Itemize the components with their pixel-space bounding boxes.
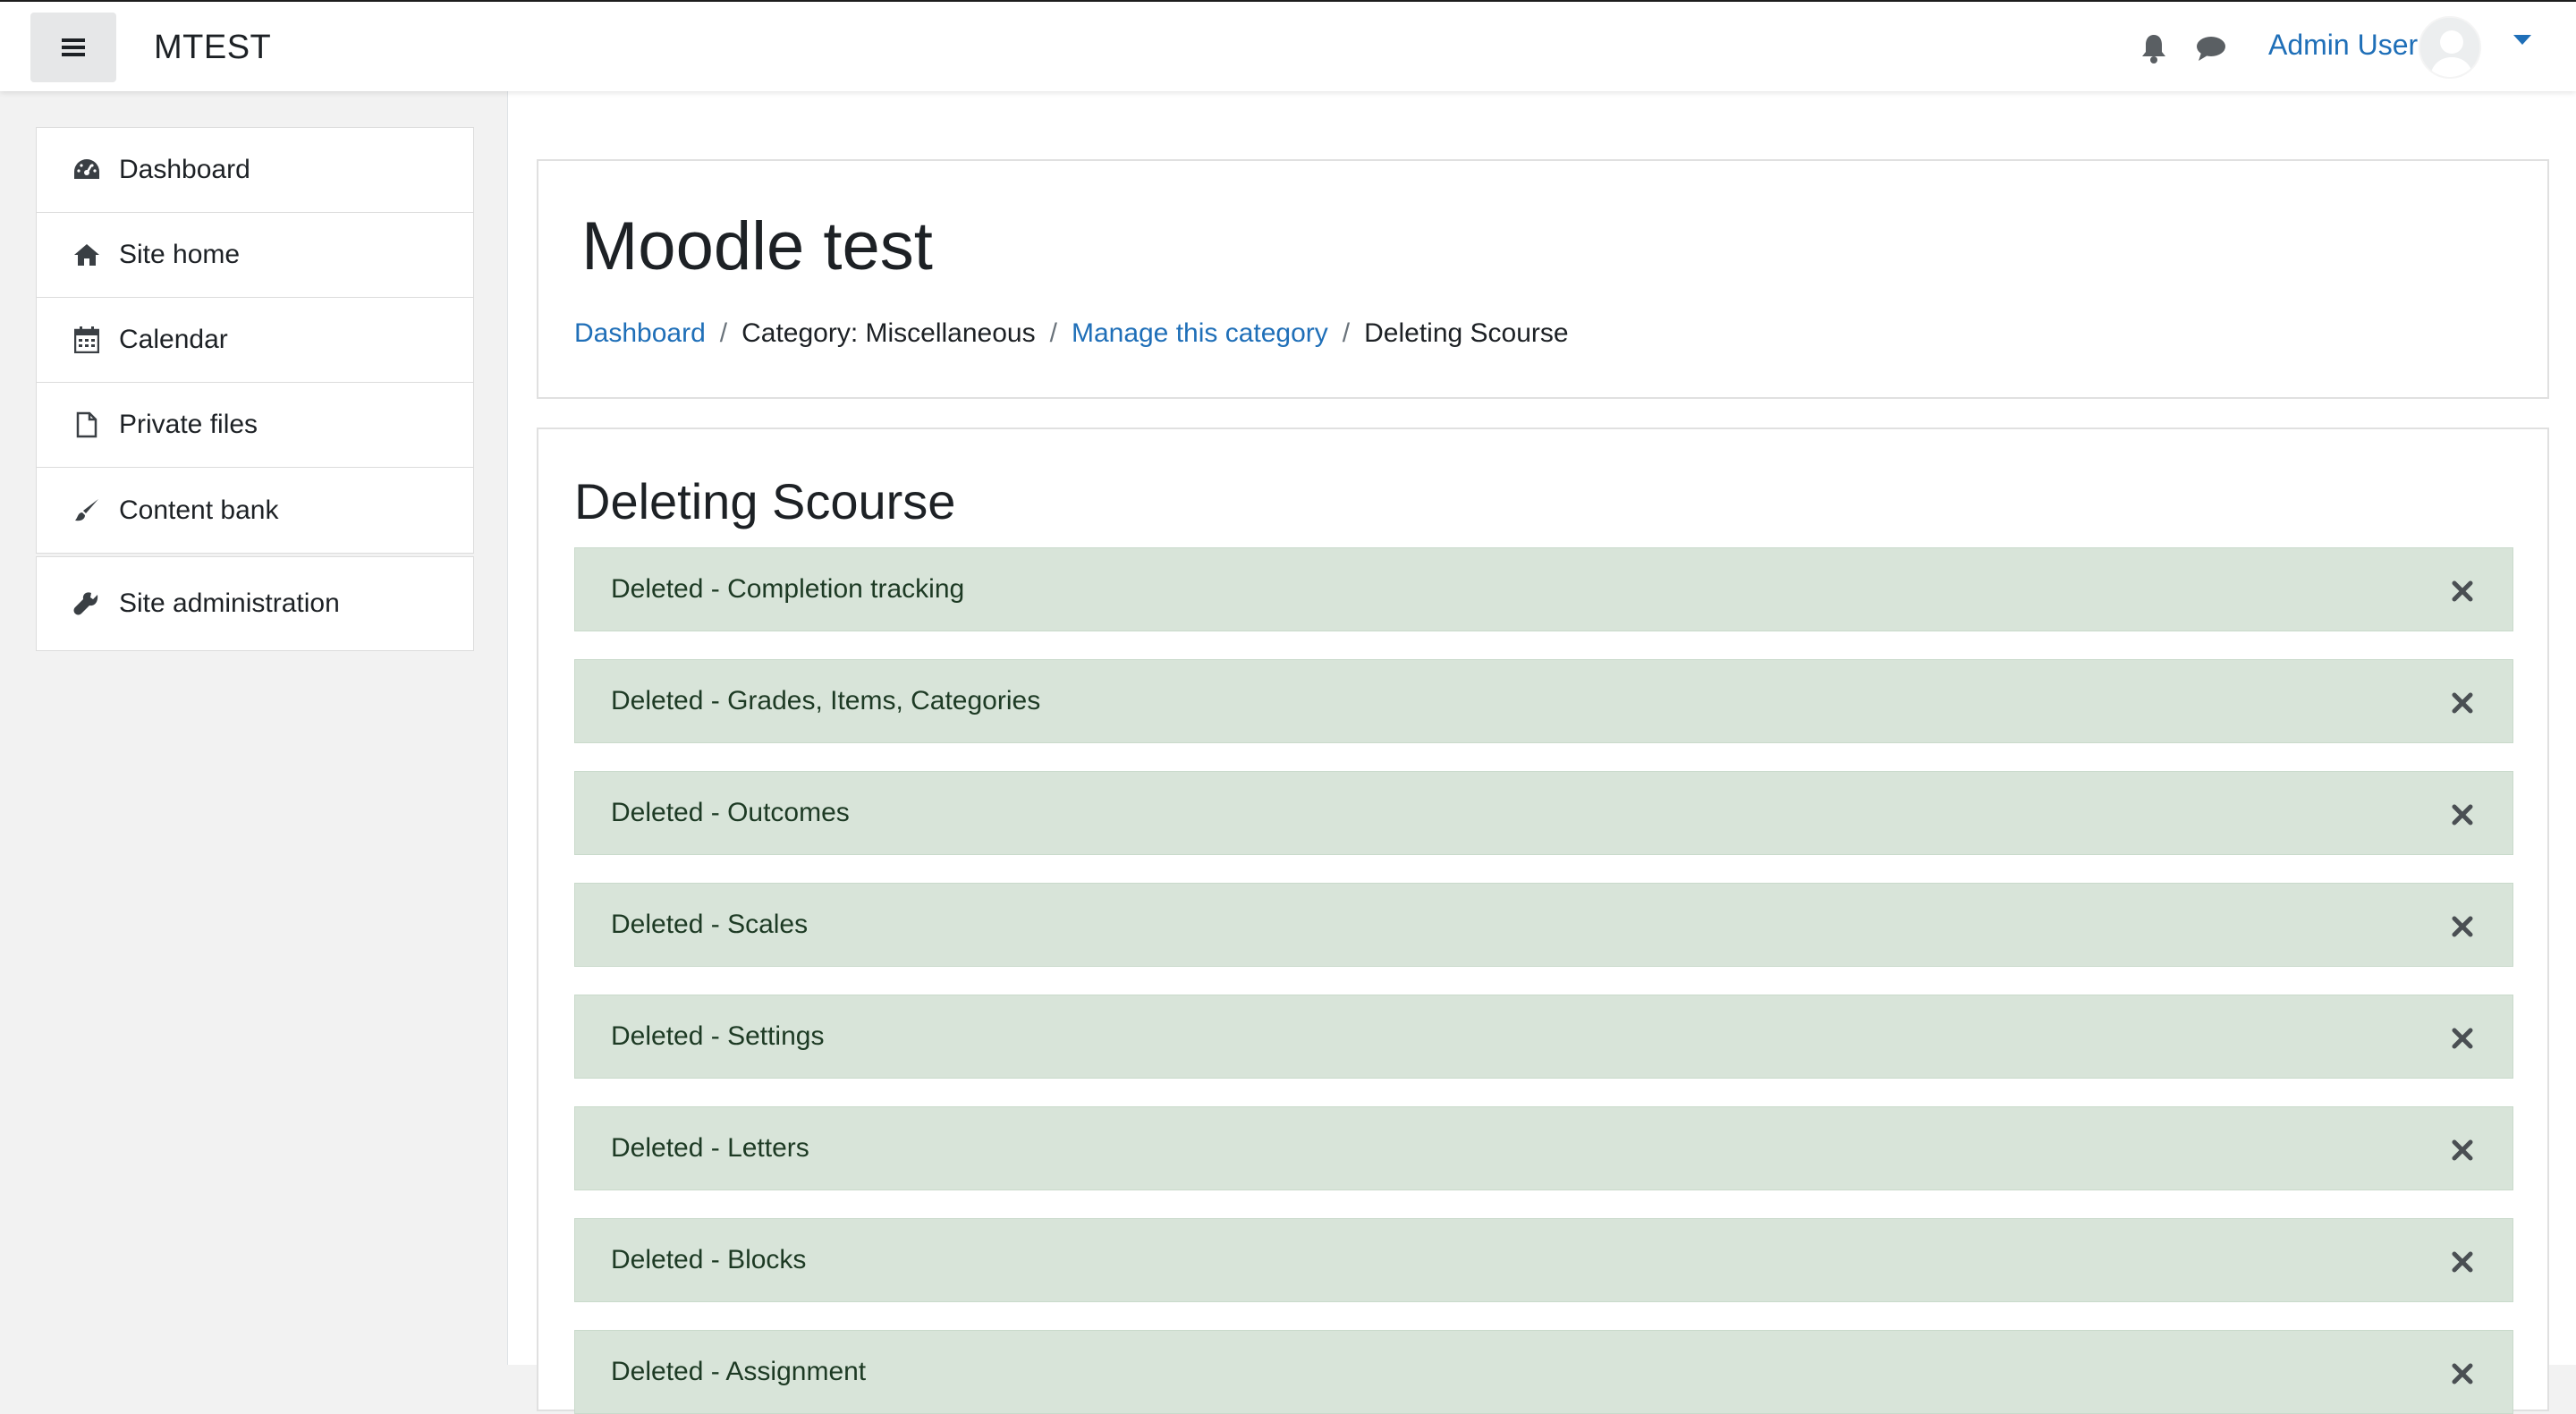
admin-nav: Site administration [36,556,474,651]
breadcrumb-current: Deleting Scourse [1364,318,1569,348]
alert-message: Deleted - Assignment [611,1357,867,1386]
breadcrumb-separator: / [719,318,728,348]
chat-icon [2197,37,2225,61]
page-title: Moodle test [581,208,933,284]
sidebar-item-label: Content bank [119,495,279,525]
alert-message: Deleted - Settings [611,1021,825,1051]
close-icon[interactable] [2446,687,2479,719]
calendar-icon [72,326,101,354]
page-header: Moodle test Dashboard / Category: Miscel… [537,159,2549,399]
close-icon[interactable] [2446,1134,2479,1166]
breadcrumb-category: Category: Miscellaneous [741,318,1036,348]
alert-success: Deleted - Blocks [574,1218,2513,1302]
alert-success: Deleted - Letters [574,1106,2513,1190]
alert-message: Deleted - Grades, Items, Categories [611,686,1041,715]
breadcrumb: Dashboard / Category: Miscellaneous / Ma… [574,318,1569,349]
alert-success: Deleted - Outcomes [574,771,2513,855]
notifications-button[interactable] [2134,29,2174,68]
hamburger-icon [62,38,85,56]
alert-message: Deleted - Letters [611,1133,809,1163]
breadcrumb-separator: / [1342,318,1351,348]
breadcrumb-dashboard[interactable]: Dashboard [574,318,706,349]
alert-message: Deleted - Scales [611,910,809,939]
sidebar-item-label: Site home [119,240,241,269]
bell-icon [2142,35,2165,64]
messages-button[interactable] [2191,29,2231,68]
close-icon[interactable] [2446,1358,2479,1390]
alert-success: Deleted - Scales [574,883,2513,967]
close-icon[interactable] [2446,1246,2479,1278]
avatar[interactable] [2419,16,2481,79]
sidebar-item-site-home[interactable]: Site home [37,213,473,298]
dashboard-icon [72,156,101,184]
close-icon[interactable] [2446,799,2479,831]
home-icon [72,241,101,269]
sidebar-item-private-files[interactable]: Private files [37,383,473,468]
alert-success: Deleted - Grades, Items, Categories [574,659,2513,743]
alert-message: Deleted - Completion tracking [611,574,965,604]
close-icon[interactable] [2446,1022,2479,1054]
alert-success: Deleted - Completion tracking [574,547,2513,631]
sidebar-item-label: Site administration [119,588,340,618]
hamburger-menu-button[interactable] [30,13,116,82]
caret-down-icon [2513,35,2531,45]
close-icon[interactable] [2446,575,2479,607]
sidebar-item-dashboard[interactable]: Dashboard [37,128,473,213]
file-icon [72,411,101,439]
alert-success: Deleted - Settings [574,995,2513,1079]
top-navbar: MTEST Admin User [0,0,2576,91]
brush-icon [72,496,101,525]
alert-message: Deleted - Blocks [611,1245,807,1274]
alert-message: Deleted - Outcomes [611,798,850,827]
breadcrumb-separator: / [1049,318,1057,348]
sidebar-item-label: Private files [119,410,258,439]
nav-drawer: Dashboard Site home Calendar Private fil… [0,91,508,1365]
section-heading: Deleting Scourse [574,473,956,529]
alert-success: Deleted - Assignment [574,1330,2513,1414]
close-icon[interactable] [2446,910,2479,943]
main-content: Deleting Scourse Deleted - Completion tr… [537,428,2549,1414]
user-menu-toggle[interactable] [2513,34,2531,50]
sidebar-item-content-bank[interactable]: Content bank [37,468,473,553]
wrench-icon [72,589,101,618]
site-name[interactable]: MTEST [154,29,271,67]
breadcrumb-manage-category[interactable]: Manage this category [1072,318,1328,349]
sidebar-item-site-administration[interactable]: Site administration [37,557,473,650]
sidebar-item-label: Calendar [119,325,228,354]
sidebar-item-label: Dashboard [119,155,250,184]
primary-nav: Dashboard Site home Calendar Private fil… [36,127,474,554]
sidebar-item-calendar[interactable]: Calendar [37,298,473,383]
user-menu-name[interactable]: Admin User [2268,29,2418,62]
user-avatar-icon [2420,18,2479,77]
